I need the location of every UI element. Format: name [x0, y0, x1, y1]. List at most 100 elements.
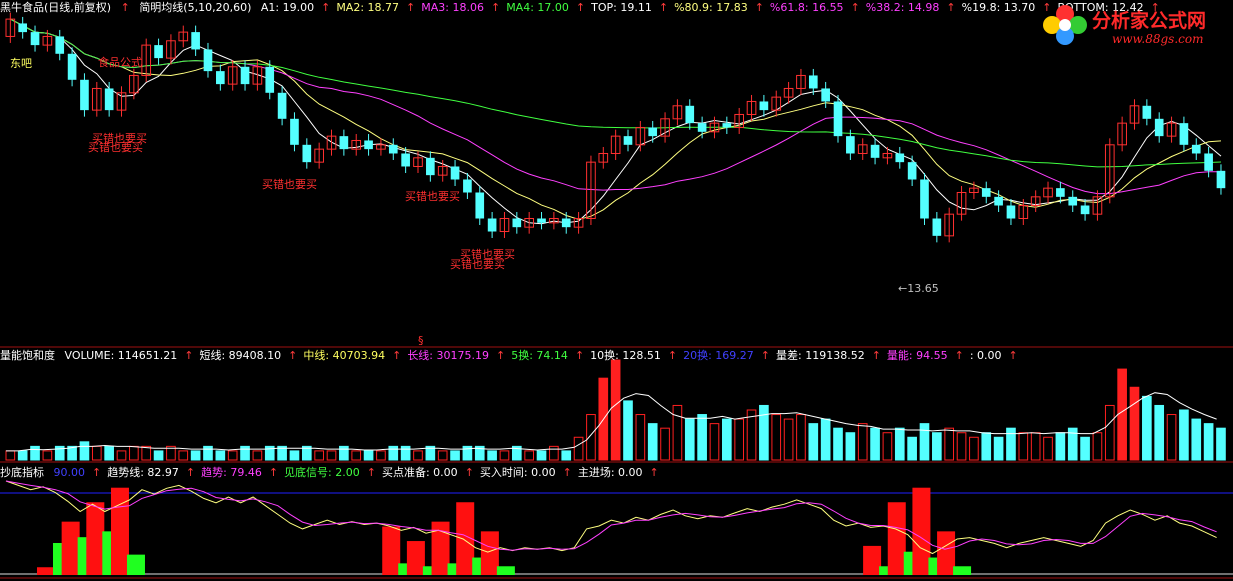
volume-bar: [833, 427, 843, 461]
panel2-value-6: 20换: 169.27: [683, 349, 754, 362]
candle-body: [808, 75, 818, 89]
buy-signal-4: 买错也要买: [405, 190, 460, 203]
panel3-value-3: 见底信号: 2.00: [284, 466, 360, 479]
volume-bar: [339, 445, 349, 461]
candle-body: [55, 36, 65, 54]
volume-bar: [388, 445, 399, 461]
volume-bar: [709, 423, 720, 461]
candle-body: [1191, 144, 1201, 154]
candle-body: [759, 101, 769, 111]
volume-bar: [759, 404, 769, 461]
panel2-value-3: 长线: 30175.19: [407, 349, 490, 362]
bottom-red-bar: [912, 487, 931, 575]
volume-bar: [857, 423, 868, 461]
low-price-label: ←13.65: [898, 282, 939, 295]
indicator-name: 简明均线(5,10,20,60): [139, 1, 252, 14]
volume-bar: [437, 450, 448, 461]
candle-body: [191, 32, 200, 50]
volume-bar: [1018, 432, 1029, 461]
up-arrow-icon: ↑: [562, 466, 572, 479]
volume-bar: [524, 450, 534, 461]
candle-body: [67, 53, 77, 80]
candle-body: [895, 153, 905, 163]
candle-body: [475, 192, 485, 219]
volume-bar: [203, 445, 213, 461]
volume-bar: [79, 441, 90, 461]
candle-body: [1142, 105, 1152, 119]
up-arrow-icon: ↑: [574, 349, 585, 362]
volume-bar: [1129, 386, 1140, 461]
bottom-red-bar: [86, 502, 105, 575]
candle-body: [265, 66, 275, 93]
volume-bar: [487, 450, 497, 461]
volume-bar: [153, 450, 164, 461]
panel3-header: 抄底指标 90.00 ↑ 趋势线: 82.97 ↑ 趋势: 79.46 ↑ 见底信号: 2.…: [0, 465, 671, 481]
volume-bar: [91, 445, 102, 461]
up-arrow-icon: ↑: [464, 466, 474, 479]
panel3-value-5: 买入时间: 0.00: [479, 466, 556, 479]
volume-bar: [1092, 432, 1103, 461]
panel1-value-0: A1: 19.00: [260, 1, 315, 14]
volume-bar: [684, 418, 695, 461]
volume-bar: [808, 423, 819, 461]
panel3-value-4: 买点准备: 0.00: [381, 466, 458, 479]
candle-body: [240, 66, 250, 85]
panel1-value-3: MA4: 17.00: [506, 1, 569, 14]
volume-bar: [227, 450, 238, 461]
volume-bar: [1154, 404, 1165, 461]
volume-bar: [5, 450, 16, 461]
volume-bar: [870, 427, 880, 461]
volume-bar: [944, 427, 955, 461]
panel3-value-0: 90.00: [53, 466, 86, 479]
volume-bar: [734, 418, 745, 461]
bottom-red-bar: [480, 531, 499, 575]
volume-bar: [1030, 432, 1041, 461]
volume-bar: [981, 432, 992, 461]
volume-bar: [647, 423, 658, 461]
volume-bar: [536, 450, 547, 461]
candle-body: [401, 153, 410, 167]
volume-bar: [351, 450, 362, 461]
volume-bar: [499, 450, 510, 461]
up-arrow-icon: ↑: [649, 466, 659, 479]
up-arrow-icon: ↑: [288, 349, 298, 362]
candle-body: [561, 218, 571, 228]
volume-bar: [1216, 427, 1226, 461]
bottom-indicator-name: 抄底指标: [0, 466, 44, 479]
candle-body: [339, 136, 349, 150]
volume-bar: [919, 423, 930, 461]
panel1-value-8: %19.8: 13.70: [961, 1, 1036, 14]
volume-bar: [956, 432, 967, 461]
panel2-value-4: 5换: 74.14: [511, 349, 568, 362]
site-logo: 分析家公式网 www.88gs.com: [1040, 2, 1230, 52]
up-arrow-icon: ↑: [1008, 349, 1018, 362]
up-arrow-icon: ↑: [184, 349, 194, 362]
volume-bar: [672, 404, 683, 461]
panel2-values: VOLUME: 114651.21 ↑ 短线: 89408.10 ↑ 中线: 40703…: [65, 349, 1024, 362]
volume-bar: [314, 450, 324, 461]
volume-bar: [326, 450, 337, 461]
volume-bar: [783, 418, 794, 461]
volume-bar: [969, 436, 979, 461]
candle-body: [537, 218, 546, 223]
up-arrow-icon: ↑: [667, 349, 678, 362]
candle-body: [1006, 205, 1016, 219]
bottom-red-bar: [887, 502, 906, 575]
volume-bar: [400, 445, 411, 461]
up-arrow-icon: ↑: [658, 1, 669, 14]
volume-bar: [1191, 418, 1202, 461]
panel1-value-2: MA3: 18.06: [421, 1, 484, 14]
volume-bar: [1117, 368, 1127, 461]
candle-body: [18, 23, 28, 33]
label-second: 食品公式: [98, 56, 142, 69]
candle-body: [623, 136, 633, 145]
bottom-green-bar: [496, 566, 515, 575]
panel1-value-5: %80.9: 17.83: [674, 1, 748, 14]
candle-body: [1216, 170, 1226, 189]
bottom-red-bar: [36, 567, 55, 575]
up-arrow-icon: ↑: [268, 466, 279, 479]
volume-bar: [450, 450, 460, 461]
volume-bar: [623, 400, 633, 461]
brand-name: 分析家公式网: [1092, 10, 1207, 32]
volume-bar: [697, 414, 707, 461]
